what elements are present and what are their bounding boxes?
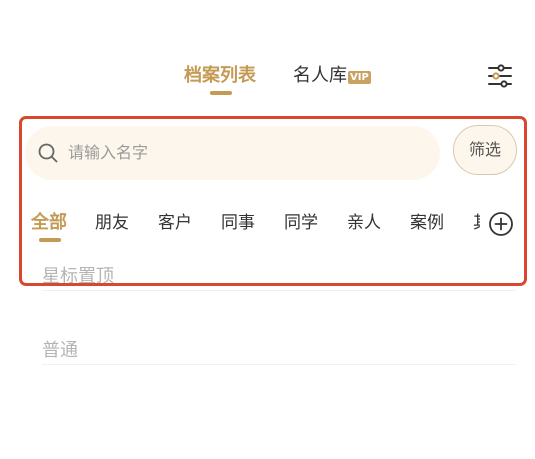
category-tab-label: 同事 — [221, 213, 255, 233]
vip-badge: VIP — [348, 71, 371, 84]
tab-celebrity-library[interactable]: 名人库 VIP — [293, 64, 371, 88]
active-category-indicator — [39, 238, 61, 242]
tab-archive-list-label: 档案列表 — [184, 65, 256, 86]
search-placeholder: 请输入名字 — [68, 143, 149, 162]
category-tab-label: 朋友 — [95, 213, 129, 233]
category-tab-relatives[interactable]: 亲人 — [347, 211, 381, 235]
category-tab-other[interactable]: 其 — [473, 211, 480, 235]
category-tab-clients[interactable]: 客户 — [158, 211, 192, 235]
search-icon — [37, 142, 59, 164]
category-tab-classmates[interactable]: 同学 — [284, 211, 318, 235]
category-tab-label: 案例 — [410, 213, 444, 233]
category-tab-cases[interactable]: 案例 — [410, 211, 444, 235]
category-tab-label: 客户 — [158, 213, 192, 233]
section-starred-title: 星标置顶 — [42, 266, 114, 287]
category-tab-label: 亲人 — [347, 213, 381, 233]
page: 档案列表 名人库 VIP 请输入名字 筛选 全部 朋友 客户 同事 同学 亲人 … — [0, 0, 535, 459]
category-tab-label: 其 — [473, 213, 480, 233]
section-normal-title: 普通 — [42, 340, 78, 361]
category-tab-colleagues[interactable]: 同事 — [221, 211, 255, 235]
tab-archive-list[interactable]: 档案列表 — [184, 64, 256, 95]
active-tab-indicator — [210, 91, 232, 95]
plus-circle-icon[interactable] — [488, 211, 514, 237]
section-divider — [42, 290, 516, 291]
category-tab-friends[interactable]: 朋友 — [95, 211, 129, 235]
category-tabs: 全部 朋友 客户 同事 同学 亲人 案例 其 — [0, 211, 480, 245]
filter-button[interactable]: 筛选 — [453, 125, 517, 175]
tab-celebrity-library-label: 名人库 — [293, 65, 347, 86]
category-tab-label: 全部 — [31, 212, 67, 233]
category-tab-label: 同学 — [284, 213, 318, 233]
category-tab-all[interactable]: 全部 — [31, 211, 67, 242]
section-divider — [42, 364, 516, 365]
search-input[interactable]: 请输入名字 — [25, 126, 440, 180]
sliders-icon[interactable] — [486, 62, 514, 90]
